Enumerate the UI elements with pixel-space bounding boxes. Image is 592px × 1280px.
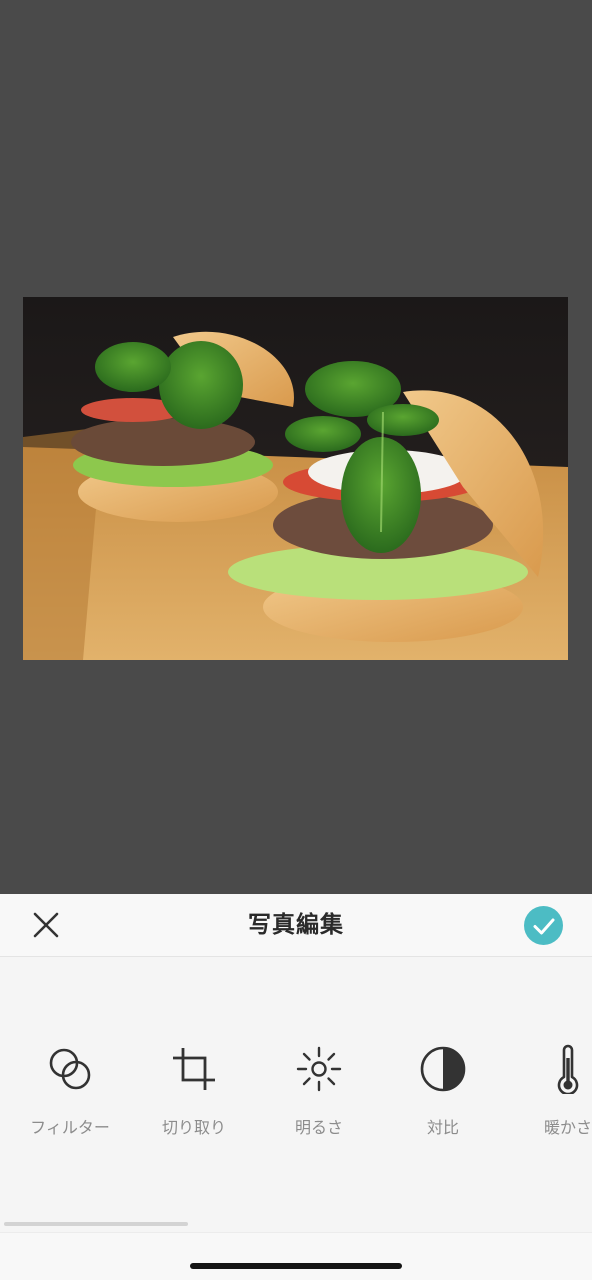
- tool-label: 暖かさ: [543, 1118, 592, 1137]
- contrast-icon: [417, 1043, 469, 1095]
- crop-icon: [168, 1043, 220, 1095]
- close-icon: [33, 912, 59, 938]
- tool-label: フィルター: [30, 1118, 110, 1137]
- photo-edit-screen: 写真編集 フィルター 切り取り 明るさ 対比 暖かさ: [0, 0, 592, 1280]
- page-title: 写真編集: [248, 912, 344, 938]
- tool-contrast[interactable]: 対比: [381, 1043, 505, 1153]
- horizontal-scrollbar[interactable]: [4, 1222, 188, 1226]
- tool-crop[interactable]: 切り取り: [132, 1043, 256, 1153]
- home-indicator[interactable]: [190, 1263, 402, 1269]
- edited-photo: [23, 297, 568, 660]
- tool-brightness[interactable]: 明るさ: [257, 1043, 381, 1153]
- home-indicator-area: [0, 1232, 592, 1280]
- confirm-button[interactable]: [524, 906, 563, 945]
- brightness-icon: [293, 1043, 345, 1095]
- checkmark-icon: [533, 918, 554, 934]
- tool-label: 対比: [426, 1118, 459, 1137]
- filter-icon: [44, 1043, 96, 1095]
- close-button[interactable]: [24, 904, 68, 946]
- tool-filter[interactable]: フィルター: [8, 1043, 132, 1153]
- tool-warmth[interactable]: 暖かさ: [506, 1043, 592, 1153]
- edit-tools-panel[interactable]: フィルター 切り取り 明るさ 対比 暖かさ: [0, 957, 592, 1232]
- tool-label: 切り取り: [161, 1118, 226, 1137]
- tool-label: 明るさ: [294, 1118, 343, 1137]
- thermometer-icon: [542, 1043, 592, 1095]
- edit-header-bar: 写真編集: [0, 894, 592, 957]
- photo-preview-area: [0, 0, 592, 894]
